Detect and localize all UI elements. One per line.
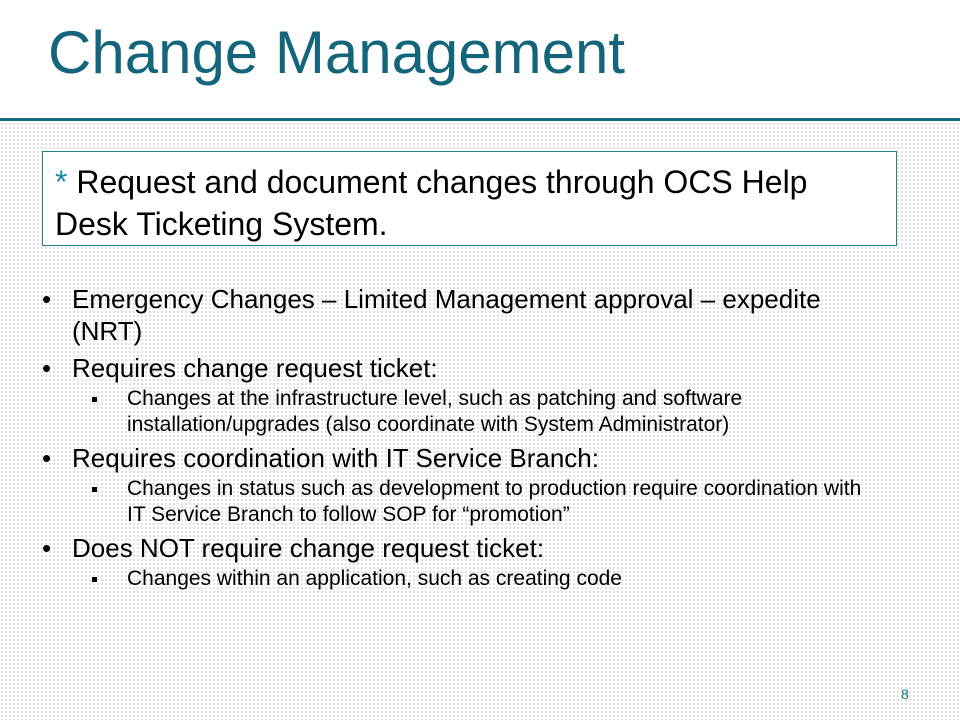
callout-star: * xyxy=(55,164,68,200)
square-bullet-icon xyxy=(92,487,97,492)
sub-bullet-text: Changes within an application, such as c… xyxy=(127,567,622,590)
sub-bullet-item: Changes within an application, such as c… xyxy=(40,566,880,592)
bullet-item: • Requires change request ticket: xyxy=(40,352,880,384)
callout-box: * Request and document changes through O… xyxy=(42,151,897,246)
page-number: 8 xyxy=(901,686,909,702)
square-bullet-icon xyxy=(92,397,97,402)
bullet-list: • Emergency Changes – Limited Management… xyxy=(40,283,880,596)
bullet-item: • Emergency Changes – Limited Management… xyxy=(40,283,880,347)
bullet-dot-icon: • xyxy=(42,443,52,473)
square-bullet-icon xyxy=(92,577,97,582)
sub-bullet-text: Changes in status such as development to… xyxy=(127,477,862,526)
bullet-text: Does NOT require change request ticket: xyxy=(72,533,545,563)
sub-bullet-text: Changes at the infrastructure level, suc… xyxy=(127,387,743,436)
bullet-item: • Does NOT require change request ticket… xyxy=(40,532,880,564)
slide: Change Management * Request and document… xyxy=(0,0,960,720)
bullet-item: • Requires coordination with IT Service … xyxy=(40,442,880,474)
bullet-dot-icon: • xyxy=(42,533,52,563)
slide-title: Change Management xyxy=(48,19,626,86)
bullet-text: Emergency Changes – Limited Management a… xyxy=(72,284,821,346)
bullet-text: Requires coordination with IT Service Br… xyxy=(72,443,599,473)
bullet-text: Requires change request ticket: xyxy=(72,353,438,383)
title-divider xyxy=(0,118,960,121)
sub-bullet-item: Changes in status such as development to… xyxy=(40,476,880,528)
callout-text: Request and document changes through OCS… xyxy=(55,164,808,242)
sub-bullet-item: Changes at the infrastructure level, suc… xyxy=(40,386,880,438)
bullet-dot-icon: • xyxy=(42,353,52,383)
bullet-dot-icon: • xyxy=(42,284,52,314)
